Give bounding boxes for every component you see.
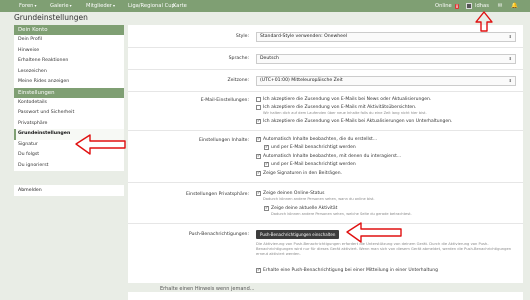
style-select[interactable]: Standard-Style verwenden: Onewheel ⬍ xyxy=(256,32,516,42)
sidebar-item-signature[interactable]: Signatur xyxy=(14,140,124,151)
checkbox-checked[interactable]: ✓ xyxy=(256,268,261,273)
sidebar-item-ignoring[interactable]: Du ignorierst xyxy=(14,161,124,172)
account-sidebar: Dein Konto Dein Profil Hinweise Erhalten… xyxy=(14,25,124,171)
preferences-form: Style: Standard-Style verwenden: Onewhee… xyxy=(128,25,523,283)
content-settings-label: Einstellungen Inhalte: xyxy=(198,138,249,143)
nav-map[interactable]: Karte xyxy=(173,0,187,12)
sidebar-item-preferences[interactable]: Grundeinstellungen xyxy=(14,129,124,140)
push-info-text: Die Aktivierung von Push-Benachrichtigun… xyxy=(256,242,512,256)
checkbox-checked[interactable]: ✓ xyxy=(256,154,261,159)
watch-created-email-checkbox[interactable]: ✓ und per E-Mail benachrichtigt werden xyxy=(264,145,356,150)
sidebar-item-account-details[interactable]: Kontodetails xyxy=(14,98,124,109)
select-arrows-icon: ⬍ xyxy=(508,34,512,39)
checkbox-checked[interactable]: ✓ xyxy=(264,206,269,211)
divider xyxy=(128,91,523,92)
checkbox-checked[interactable]: ✓ xyxy=(256,119,261,124)
privacy-settings-label: Einstellungen Privatsphäre: xyxy=(186,192,249,197)
activity-hint: Dadurch können andere Personen sehen, we… xyxy=(271,212,412,216)
select-arrows-icon: ⬍ xyxy=(508,56,512,61)
divider xyxy=(128,182,523,183)
nav-liga[interactable]: Liga/Regional Cup xyxy=(128,0,175,12)
alerts-section-bar xyxy=(128,292,523,300)
divider xyxy=(128,47,523,48)
mail-icon[interactable]: ✉ xyxy=(497,3,503,9)
select-arrows-icon: ⬍ xyxy=(508,78,512,83)
sidebar-item-alerts[interactable]: Hinweise xyxy=(14,46,124,57)
email-conversation-checkbox[interactable]: ✓ Ich akzeptiere die Zusendung von E-Mail… xyxy=(256,119,452,124)
checkbox-unchecked[interactable] xyxy=(256,105,261,110)
email-news-checkbox[interactable]: Ich akzeptiere die Zusendung von E-Mails… xyxy=(256,97,431,102)
checkbox-checked[interactable]: ✓ xyxy=(256,137,261,142)
push-conversation-checkbox[interactable]: ✓ Erhalte eine Push-Benachrichtigung bei … xyxy=(256,268,438,273)
style-label: Style: xyxy=(235,34,249,39)
divider xyxy=(128,223,523,224)
sidebar-section-settings: Einstellungen xyxy=(14,87,124,98)
chevron-down-icon: ▾ xyxy=(69,3,72,8)
show-online-status-checkbox[interactable]: ✓ Zeige deinen Online-Status xyxy=(256,191,324,196)
sidebar-item-reactions[interactable]: Erhaltene Reaktionen xyxy=(14,56,124,67)
email-settings-label: E-Mail-Einstellungen: xyxy=(200,98,249,103)
email-activity-hint: Wir halten dich auf dem Laufenden über n… xyxy=(263,111,427,115)
push-notifications-label: Push-Benachrichtigungen: xyxy=(188,232,249,237)
sidebar-item-bookmarks[interactable]: Lesezeichen xyxy=(14,67,124,78)
username: ldhas xyxy=(475,3,489,9)
timezone-select[interactable]: (UTC+01:00) Mitteleuropäische Zeit ⬍ xyxy=(256,76,516,86)
page-title: Grundeinstellungen xyxy=(14,13,88,22)
nav-forums[interactable]: Foren ▾ xyxy=(19,0,37,12)
language-select[interactable]: Deutsch ⬍ xyxy=(256,54,516,64)
online-count-badge: 8 xyxy=(454,3,460,9)
checkbox-checked[interactable]: ✓ xyxy=(256,171,261,176)
sidebar-item-password[interactable]: Passwort und Sicherheit xyxy=(14,108,124,119)
sidebar-item-profile[interactable]: Dein Profil xyxy=(14,35,124,46)
language-label: Sprache: xyxy=(228,56,249,61)
watch-created-content-checkbox[interactable]: ✓ Automatisch Inhalte beobachten, die du … xyxy=(256,137,377,142)
sidebar-item-privacy[interactable]: Privatsphäre xyxy=(14,119,124,130)
sidebar-section-account: Dein Konto xyxy=(14,25,124,35)
chevron-down-icon: ▾ xyxy=(34,3,37,8)
alerts-section-heading: Erhalte einen Hinweis wenn jemand... xyxy=(160,286,255,292)
top-navigation-bar: Foren ▾ Galerie ▾ Mitglieder ▾ Liga/Regiona… xyxy=(0,0,530,12)
logout-link[interactable]: Abmelden xyxy=(14,185,124,196)
enable-push-button[interactable]: Push-Benachrichtigungen einschalten xyxy=(256,230,340,239)
watch-interacted-content-checkbox[interactable]: ✓ Automatisch Inhalte beobachten, mit den… xyxy=(256,154,401,159)
show-signatures-checkbox[interactable]: ✓ Zeige Signaturen in den Beiträgen. xyxy=(256,171,342,176)
nav-gallery[interactable]: Galerie ▾ xyxy=(50,0,72,12)
show-activity-checkbox[interactable]: ✓ Zeige deine aktuelle Aktivität xyxy=(264,206,337,211)
avatar xyxy=(466,3,472,9)
chevron-down-icon: ▾ xyxy=(112,3,115,8)
checkbox-checked[interactable]: ✓ xyxy=(256,191,261,196)
checkbox-checked[interactable]: ✓ xyxy=(264,162,269,167)
online-status-hint: Dadurch können andere Personen sehen, wa… xyxy=(263,197,375,201)
online-users-link[interactable]: Online 8 xyxy=(435,0,460,12)
timezone-label: Zeitzone: xyxy=(227,78,249,83)
bell-icon[interactable]: 🔔 xyxy=(511,3,518,9)
watch-interacted-email-checkbox[interactable]: ✓ und per E-Mail benachrichtigt werden xyxy=(264,162,356,167)
nav-members[interactable]: Mitglieder ▾ xyxy=(86,0,115,12)
checkbox-checked[interactable]: ✓ xyxy=(264,145,269,150)
sidebar-item-rides[interactable]: Meine Rides anzeigen xyxy=(14,77,124,88)
email-activity-summary-checkbox[interactable]: Ich akzeptiere die Zusendung von E-Mails… xyxy=(256,105,416,110)
sidebar-item-following[interactable]: Du folgst xyxy=(14,150,124,161)
divider xyxy=(128,69,523,70)
user-menu[interactable]: ldhas xyxy=(466,0,489,12)
divider xyxy=(128,130,523,131)
checkbox-unchecked[interactable] xyxy=(256,97,261,102)
